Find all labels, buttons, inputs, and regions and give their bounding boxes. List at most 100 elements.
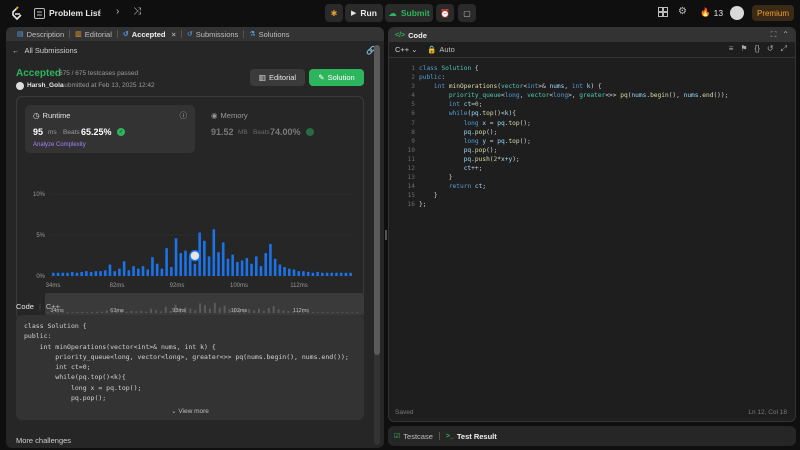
book-icon: ▥ (75, 31, 82, 38)
tab-editorial[interactable]: ▥ Editorial (70, 27, 117, 41)
shuffle-icon[interactable]: ⤨ (133, 6, 141, 17)
language-select[interactable]: C++ ⌄ (395, 45, 418, 54)
tab-testcase[interactable]: ☑ Testcase (394, 432, 433, 441)
tab-submissions[interactable]: ↺ Submissions (182, 27, 243, 41)
layout-icon[interactable] (658, 7, 668, 17)
avatar[interactable] (730, 6, 744, 20)
scrollbar[interactable] (374, 45, 380, 445)
document-icon: ▤ (17, 31, 24, 38)
bar (311, 272, 315, 276)
tab-accepted[interactable]: ↺ Accepted × (118, 27, 181, 41)
maximize-icon[interactable]: ⛶ (771, 30, 777, 40)
scrollbar-thumb[interactable] (374, 45, 380, 355)
solution-button[interactable]: ✎ Solution (309, 69, 364, 86)
save-status: Saved (395, 409, 414, 416)
back-label: All Submissions (24, 46, 78, 55)
mini-bar (135, 311, 138, 313)
collapse-icon[interactable]: ⌃ (782, 30, 789, 40)
bar (245, 257, 249, 276)
mini-bar (248, 309, 251, 313)
mini-bar (346, 312, 349, 313)
problem-list-link[interactable]: Problem List (49, 8, 100, 18)
test-result-label: Test Result (456, 431, 497, 441)
editorial-button[interactable]: ▥ Editorial (250, 69, 305, 86)
bar (184, 250, 187, 276)
bug-icon: ✱ (330, 8, 338, 18)
bar (221, 242, 225, 276)
runtime-distribution-chart[interactable]: 10%5%0%34ms 82ms 92ms 100ms 112ms34ms 63ms 93m… (17, 97, 365, 321)
logo-icon[interactable] (10, 6, 24, 21)
x-tick-label: 100ms (230, 283, 248, 289)
mini-bar (86, 312, 89, 313)
mini-bar (71, 312, 74, 313)
close-icon[interactable]: × (172, 30, 176, 39)
mini-bar (199, 303, 202, 313)
tab-test-result[interactable]: >_ Test Result (446, 432, 497, 441)
bookmark-icon[interactable]: ⚑ (740, 44, 747, 54)
mini-bar (257, 308, 260, 313)
expand-icon[interactable]: ⤢ (781, 44, 787, 54)
terminal-icon: >_ (445, 432, 454, 440)
bar (217, 252, 220, 276)
premium-button[interactable]: Premium (752, 5, 794, 21)
checkbox-icon: ☑ (394, 433, 401, 440)
mini-bar (194, 310, 197, 313)
flask-icon: ⚗ (249, 31, 256, 38)
bar (94, 271, 98, 276)
gear-icon[interactable]: ⚙ (678, 6, 687, 17)
mini-bar (262, 310, 265, 313)
chevron-right-icon[interactable]: › (116, 6, 119, 17)
performance-stats: ◷ Runtime ⓘ 95 ms Beats 65.25% ✓ Analyze… (16, 96, 364, 320)
run-button[interactable]: ▶ Run (345, 4, 383, 22)
username-link[interactable]: Harsh_Gola (27, 82, 64, 89)
tab-description[interactable]: ▤ Description (12, 27, 69, 41)
bar (226, 258, 230, 276)
format-icon[interactable]: ≡ (729, 44, 734, 54)
chevron-left-icon[interactable]: ‹ (98, 6, 101, 17)
submit-button[interactable]: ☁ Submit (385, 4, 433, 22)
bar (89, 271, 93, 276)
list-icon[interactable] (33, 7, 45, 19)
line-numbers: 1 2 3 4 5 6 7 8 9 10 11 12 13 14 15 16 (407, 65, 415, 209)
reset-icon[interactable]: ↺ (767, 44, 774, 54)
bar (113, 271, 117, 276)
view-more-button[interactable]: ⌄ View more (16, 407, 364, 415)
bar (61, 272, 65, 276)
testcases-passed: 675 / 675 testcases passed (59, 70, 139, 77)
view-more-label: View more (178, 408, 209, 415)
code-editor[interactable]: class Solution { public: int minOperatio… (419, 64, 728, 210)
left-tab-bar: ▤ Description ▥ Editorial ↺ Accepted × ↺… (6, 27, 384, 41)
timer-button[interactable]: ⏰ (436, 4, 454, 22)
mini-bar (267, 307, 270, 313)
bar (146, 269, 150, 276)
user-avatar[interactable] (16, 82, 24, 90)
y-tick-label: 10% (33, 192, 46, 198)
editor-header-actions: ⛶ ⌃ (771, 30, 789, 40)
mini-bar (145, 311, 148, 313)
bar (151, 257, 154, 276)
tab-label: Solutions (258, 29, 290, 39)
bar (278, 264, 282, 276)
x-tick-label: 112ms (290, 283, 308, 289)
editor-title: Code (408, 30, 427, 40)
notes-button[interactable]: ▢ (458, 4, 476, 22)
x-tick-label: 92ms (170, 283, 185, 289)
mini-bar (321, 312, 324, 313)
bar (118, 268, 121, 276)
back-to-submissions[interactable]: ← All Submissions (12, 46, 77, 55)
mini-bar (316, 312, 319, 313)
panel-resize-handle[interactable] (385, 230, 387, 240)
debug-button[interactable]: ✱ (325, 4, 343, 22)
auto-mode[interactable]: 🔒 Auto (427, 45, 455, 54)
chevron-down-icon: ⌄ (411, 45, 418, 54)
streak-counter[interactable]: 🔥 13 (700, 7, 723, 18)
bar (297, 271, 301, 276)
tab-solutions[interactable]: ⚗ Solutions (244, 27, 294, 41)
bar (344, 272, 348, 276)
mini-bar (76, 312, 79, 313)
mini-tick-label: 112ms (293, 308, 309, 314)
bar (132, 266, 135, 276)
bar (287, 268, 291, 276)
more-challenges-heading: More challenges (16, 436, 72, 445)
braces-icon[interactable]: {} (755, 44, 760, 54)
